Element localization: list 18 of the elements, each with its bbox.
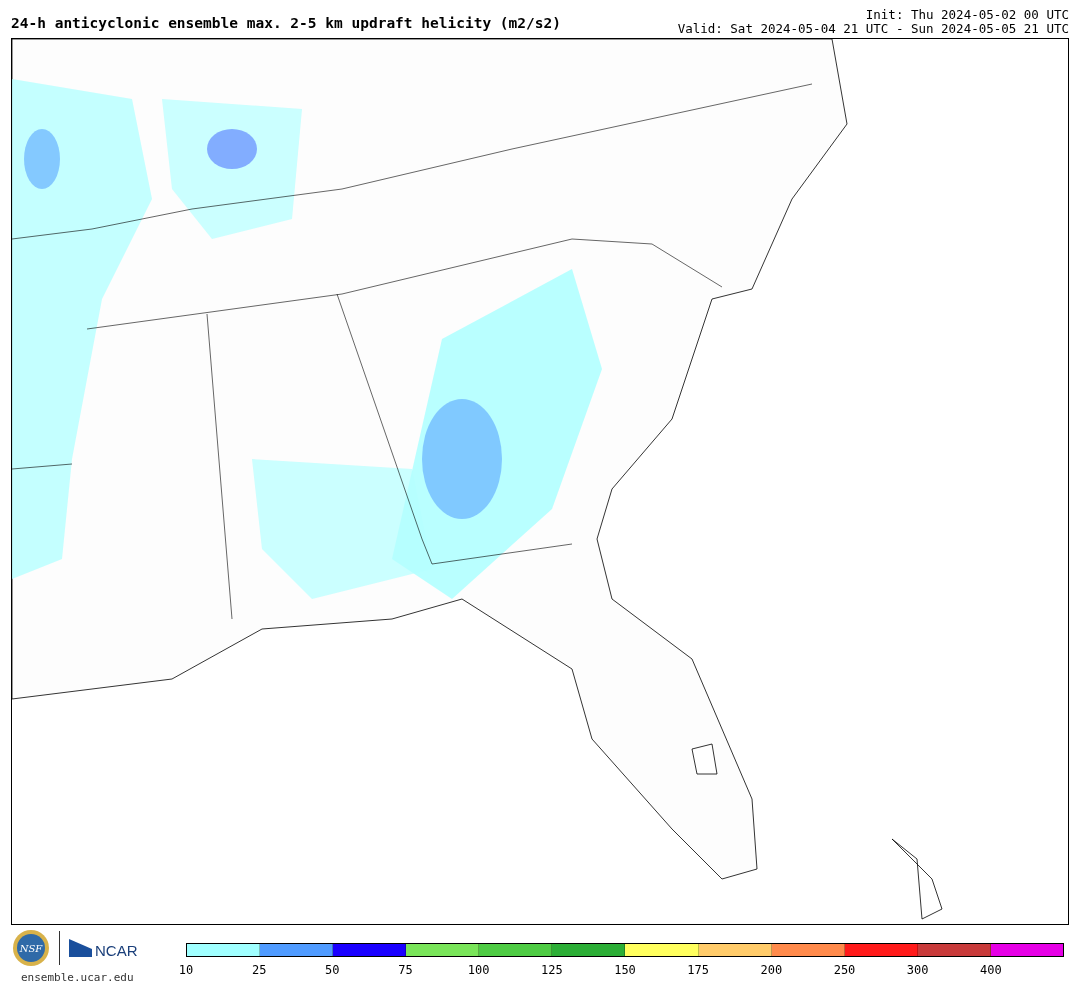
scale-tick-label: 400 <box>980 962 1002 979</box>
scale-tick-label: 175 <box>687 962 709 979</box>
chart-title: 24-h anticyclonic ensemble max. 2-5 km updraft helicity (m2/s2) <box>11 14 561 33</box>
scale-tick-label: 300 <box>906 962 929 979</box>
scale-tick-label: 25 <box>251 962 267 979</box>
site-url: ensemble.ucar.edu <box>21 970 135 986</box>
scale-tick-label: 150 <box>614 962 636 979</box>
nsf-logo: NSF <box>11 929 51 967</box>
scale-tick-label: 125 <box>541 962 563 979</box>
init-time: Init: Thu 2024-05-02 00 UTC <box>864 8 1069 22</box>
scale-tick-label: 200 <box>760 962 783 979</box>
scale-tick-label: 50 <box>325 962 340 979</box>
valid-time: Valid: Sat 2024-05-04 21 UTC - Sun 2024-05-05 21 UTC <box>677 22 1069 36</box>
ncar-logo: NCAR <box>68 937 140 959</box>
scale-tick-label: 10 <box>178 962 194 979</box>
scale-tick-label: 250 <box>833 962 856 979</box>
scale-tick-label: 100 <box>467 962 490 979</box>
scale-tick-label: 75 <box>398 962 413 979</box>
